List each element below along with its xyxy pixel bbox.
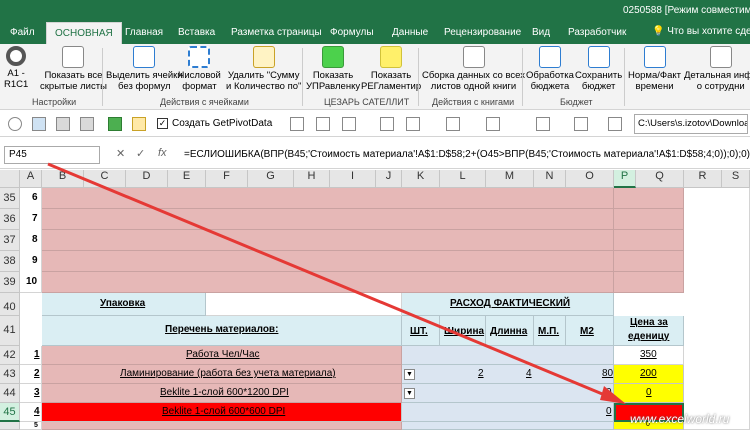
watermark: www.excelworld.ru	[630, 412, 730, 426]
annotation-arrow	[47, 162, 626, 404]
